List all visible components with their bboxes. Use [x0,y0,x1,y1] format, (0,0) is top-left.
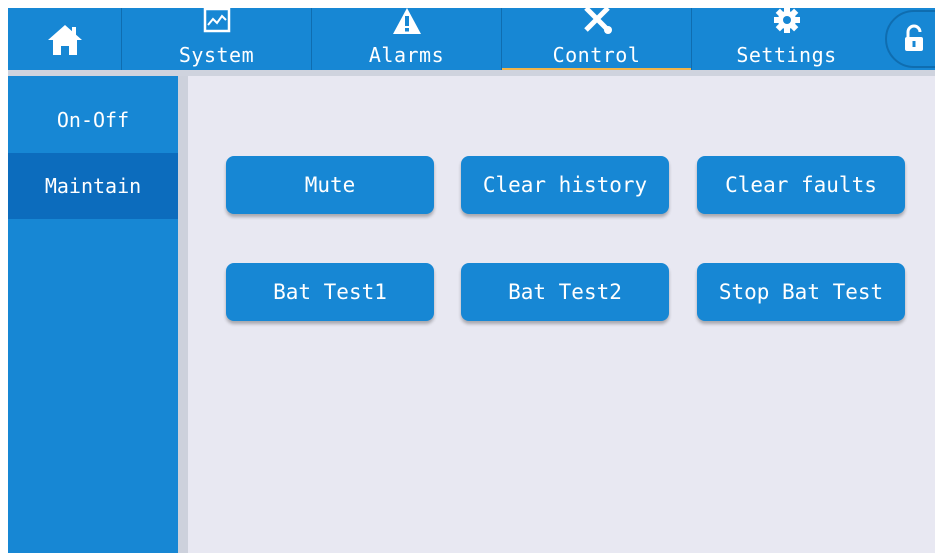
bat-test2-button[interactable]: Bat Test2 [461,263,669,321]
sidebar: On-Off Maintain [8,76,178,553]
clear-history-button[interactable]: Clear history [461,156,669,214]
tab-alarms-label: Alarms [368,43,445,67]
home-button[interactable] [8,8,121,70]
warning-icon [392,8,421,34]
chart-icon [203,8,230,33]
sidebar-item-on-off[interactable]: On-Off [8,87,178,153]
clear-faults-button[interactable]: Clear faults [697,156,905,214]
home-icon [47,25,82,55]
bat-test1-button[interactable]: Bat Test1 [226,263,434,321]
top-nav-bar: System Alarms Control Settings [8,8,935,76]
tab-control[interactable]: Control [502,8,691,70]
active-tab-indicator [502,68,691,70]
tab-settings[interactable]: Settings [692,8,881,70]
sidebar-divider [178,76,188,553]
sidebar-item-maintain[interactable]: Maintain [8,153,178,219]
lock-button[interactable] [885,10,935,68]
tab-system-label: System [178,43,255,67]
mute-button[interactable]: Mute [226,156,434,214]
stop-bat-test-button[interactable]: Stop Bat Test [697,263,905,321]
sidebar-item-label: Maintain [44,174,142,198]
screen: System Alarms Control Settings On-Off Ma… [8,8,935,553]
tab-alarms[interactable]: Alarms [312,8,501,70]
tab-settings-label: Settings [736,43,837,67]
unlock-icon [905,24,923,51]
sidebar-item-label: On-Off [56,108,130,132]
tab-control-label: Control [552,43,641,67]
gear-icon [773,8,800,33]
tools-icon [583,8,612,34]
tab-system[interactable]: System [122,8,311,70]
